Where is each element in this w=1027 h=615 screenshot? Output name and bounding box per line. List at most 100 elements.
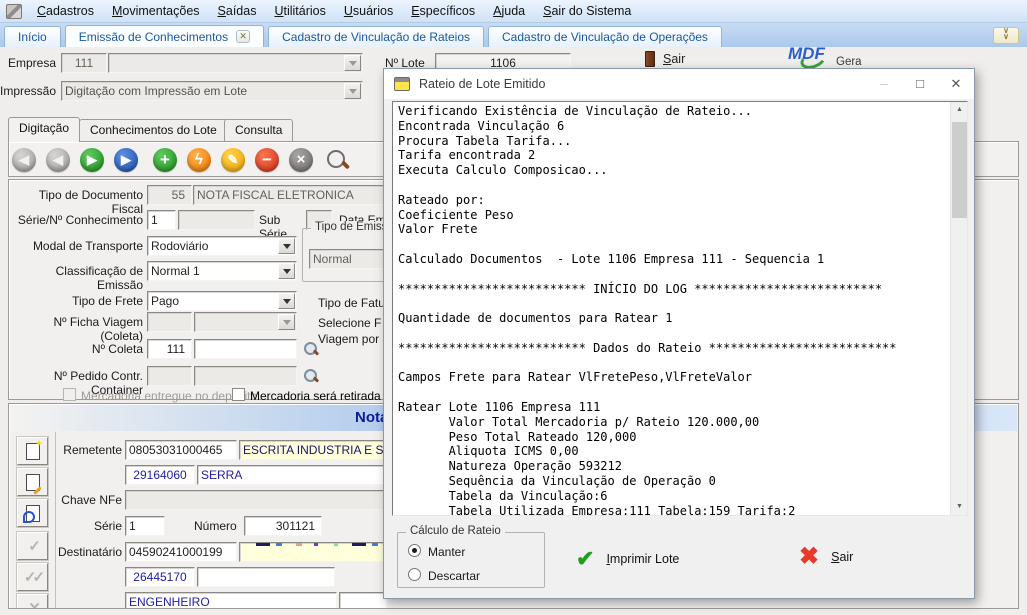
modal-transporte-select[interactable]: Rodoviário xyxy=(147,236,297,256)
menu-utilitarios[interactable]: Utilitários xyxy=(265,1,334,21)
tipo-frete-select[interactable]: Pago xyxy=(147,291,297,311)
menu-especificos[interactable]: Específicos xyxy=(402,1,484,21)
coleta-search-button[interactable] xyxy=(304,342,317,355)
calculo-rateio-title: Cálculo de Rateio xyxy=(406,525,505,537)
edit-record-button[interactable]: ✎ xyxy=(221,148,245,172)
descartar-label: Descartar xyxy=(428,569,498,583)
subtab-consulta[interactable]: Consulta xyxy=(224,119,293,141)
numero-conhecimento-field xyxy=(178,210,255,230)
pedido-codigo-field xyxy=(147,366,192,386)
empresa-label: Empresa xyxy=(0,56,56,70)
previous-record-button[interactable]: ◀ xyxy=(46,148,70,172)
nota-numero-field[interactable]: 301121 xyxy=(244,516,322,536)
log-scrollbar[interactable]: ▲ ▼ xyxy=(950,102,967,515)
manter-radio[interactable] xyxy=(408,544,421,557)
tipo-documento-label: Tipo de Documento Fiscal xyxy=(8,188,143,216)
previous-record-icon: ◀ xyxy=(53,152,63,167)
menu-usuarios[interactable]: Usuários xyxy=(335,1,402,21)
check-icon: ✔ xyxy=(576,549,594,569)
pedido-search-button[interactable] xyxy=(304,369,317,382)
rateio-dialog: Rateio de Lote Emitido – □ ✕ Verificando… xyxy=(383,68,975,599)
destinatario-cep-field[interactable]: 26445170 xyxy=(125,567,195,587)
x-icon: ✕ xyxy=(28,599,37,609)
mercadoria-deposito-checkbox[interactable] xyxy=(63,388,76,401)
destinatario-bairro-field[interactable] xyxy=(197,567,335,587)
subtab-digitacao[interactable]: Digitação xyxy=(8,117,80,142)
tab-cadastro-vinculacao-rateios[interactable]: Cadastro de Vinculação de Rateios xyxy=(268,26,484,47)
nota-serie-field[interactable]: 1 xyxy=(125,516,165,536)
search-record-button[interactable] xyxy=(327,150,349,172)
imprimir-lote-label: Imprimir Lote xyxy=(606,552,679,566)
dialog-icon xyxy=(394,77,410,91)
subtab-conhecimentos-do-lote[interactable]: Conhecimentos do Lote xyxy=(79,119,228,141)
confirm-all-notas-button[interactable]: ✓✓ xyxy=(17,563,48,591)
application-window: Cadastros Movimentações Saídas Utilitári… xyxy=(0,0,1027,615)
imprimir-lote-button[interactable]: ✔ Imprimir Lote xyxy=(576,549,679,569)
remetente-label: Remetente xyxy=(9,443,122,457)
lightning-icon: ϟ xyxy=(195,151,203,168)
dialog-title-bar[interactable]: Rateio de Lote Emitido – □ ✕ xyxy=(384,69,974,99)
close-icon[interactable]: ✕ xyxy=(938,69,974,99)
first-record-button[interactable]: ◀ xyxy=(12,148,36,172)
descartar-radio[interactable] xyxy=(408,568,421,581)
remetente-documento-field[interactable]: 08053031000465 xyxy=(125,440,237,460)
add-record-button[interactable]: + xyxy=(153,148,177,172)
ficha-viagem-label: Nº Ficha Viagem (Coleta) xyxy=(8,315,143,343)
minimize-icon[interactable]: – xyxy=(866,69,902,99)
menu-ajuda[interactable]: Ajuda xyxy=(484,1,534,21)
maximize-icon[interactable]: □ xyxy=(902,69,938,99)
cancel-nota-button[interactable]: ✕ xyxy=(17,594,48,609)
calculo-rateio-group: Cálculo de Rateio Manter Descartar xyxy=(397,532,545,588)
nota-numero-label: Número xyxy=(194,519,242,533)
tab-label: Cadastro de Vinculação de Rateios xyxy=(282,30,470,44)
serie-conhecimento-label: Série/Nº Conhecimento xyxy=(8,213,143,227)
next-record-button[interactable]: ▶ xyxy=(80,148,104,172)
chave-nfe-label: Chave NFe xyxy=(9,493,122,507)
coleta-codigo-field[interactable]: 111 xyxy=(147,339,192,359)
destinatario-documento-field[interactable]: 04590241000199 xyxy=(125,542,237,562)
sair-dialog-label: Sair xyxy=(831,550,853,564)
edit-document-icon xyxy=(26,474,40,491)
modal-transporte-label: Modal de Transporte xyxy=(8,239,143,253)
dropdown-button[interactable] xyxy=(278,293,295,309)
edit-nota-button[interactable] xyxy=(17,468,48,496)
impressao-label: Impressão xyxy=(0,84,56,98)
coleta-numero-field[interactable] xyxy=(194,339,297,359)
last-record-icon: ▶ xyxy=(121,152,131,167)
destinatario-uf-field[interactable] xyxy=(339,592,387,609)
app-icon xyxy=(6,4,22,19)
remetente-cep-field[interactable]: 29164060 xyxy=(125,465,195,485)
tab-overflow-button[interactable]: ∨ ∨ xyxy=(993,27,1019,44)
dropdown-button[interactable] xyxy=(278,238,295,254)
classificacao-emissao-select[interactable]: Normal 1 xyxy=(147,261,297,281)
coleta-label: Nº Coleta xyxy=(8,342,143,356)
last-record-button[interactable]: ▶ xyxy=(114,148,138,172)
dropdown-button xyxy=(344,55,361,71)
rateio-log-area[interactable]: Verificando Existência de Vinculação de … xyxy=(392,101,968,516)
dropdown-button[interactable] xyxy=(278,263,295,279)
tab-label: Início xyxy=(18,30,47,44)
scrollbar-thumb[interactable] xyxy=(952,122,967,218)
tipo-documento-codigo-field: 55 xyxy=(147,185,192,205)
tab-cadastro-vinculacao-operacoes[interactable]: Cadastro de Vinculação de Operações xyxy=(488,26,722,47)
serie-conhecimento-field[interactable]: 1 xyxy=(147,210,176,230)
delete-record-button[interactable]: − xyxy=(255,148,279,172)
menu-movimentacoes[interactable]: Movimentações xyxy=(103,1,209,21)
sair-top-button[interactable]: Sair xyxy=(645,51,685,67)
menu-cadastros[interactable]: Cadastros xyxy=(28,1,103,21)
door-icon xyxy=(645,51,655,67)
empresa-code-field: 111 xyxy=(61,53,107,73)
process-record-button[interactable]: ϟ xyxy=(187,148,211,172)
cancel-record-button[interactable]: × xyxy=(289,148,313,172)
scroll-up-icon[interactable]: ▲ xyxy=(951,102,968,118)
destinatario-cidade-field[interactable]: ENGENHEIRO xyxy=(125,592,337,609)
tab-inicio[interactable]: Início xyxy=(4,26,61,47)
tab-emissao-de-conhecimentos[interactable]: Emissão de Conhecimentos ✕ xyxy=(65,25,264,47)
sair-dialog-button[interactable]: ✖ Sair xyxy=(799,547,853,567)
first-record-icon: ◀ xyxy=(19,152,29,167)
menu-saidas[interactable]: Saídas xyxy=(209,1,266,21)
menu-sair-do-sistema[interactable]: Sair do Sistema xyxy=(534,1,640,21)
close-tab-icon[interactable]: ✕ xyxy=(236,30,250,43)
scroll-down-icon[interactable]: ▼ xyxy=(951,499,968,515)
mercadoria-retirada-checkbox[interactable] xyxy=(232,388,245,401)
